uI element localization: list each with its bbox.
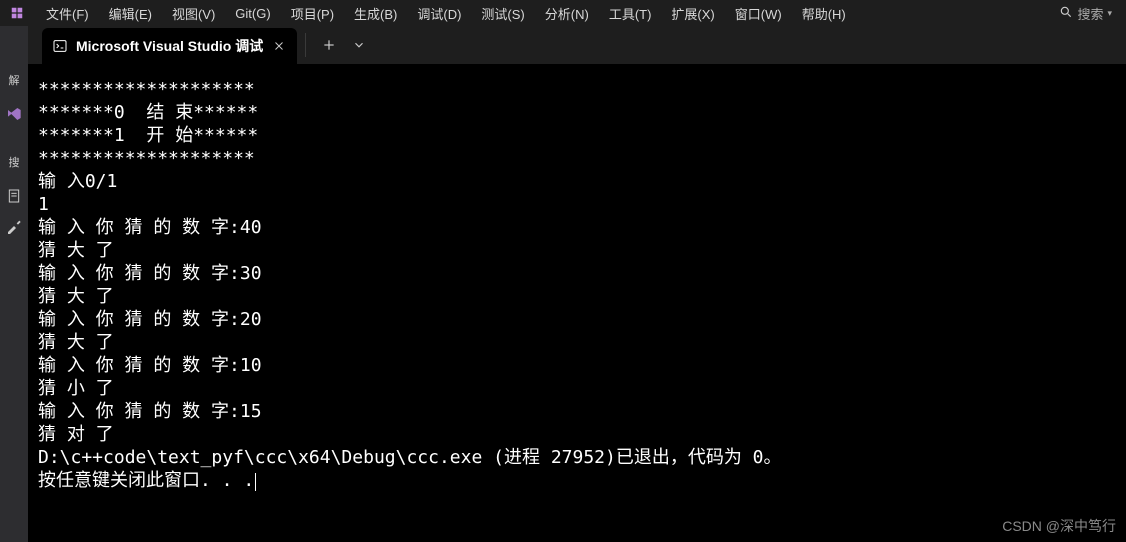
menu-extensions[interactable]: 扩展(X) <box>661 2 724 25</box>
console-line: 输 入 你 猜 的 数 字:20 <box>38 308 1116 331</box>
chevron-down-icon: ▾ <box>1107 8 1112 19</box>
console-line: 输 入 你 猜 的 数 字:10 <box>38 354 1116 377</box>
menu-window[interactable]: 窗口(W) <box>725 2 792 25</box>
search-icon <box>1059 5 1073 22</box>
sidebar-left: 解 搜 <box>0 26 28 542</box>
menu-test[interactable]: 测试(S) <box>471 2 534 25</box>
console-line: 猜 大 了 <box>38 285 1116 308</box>
console-line: 按任意键关闭此窗口. . . <box>38 469 1116 492</box>
menu-git[interactable]: Git(G) <box>225 4 280 23</box>
console-line: 猜 大 了 <box>38 331 1116 354</box>
watermark: CSDN @深中笃行 <box>1002 516 1116 536</box>
menu-view[interactable]: 视图(V) <box>162 2 225 25</box>
console-line: 1 <box>38 193 1116 216</box>
document-icon[interactable] <box>2 184 26 208</box>
console-line: 输 入0/1 <box>38 170 1116 193</box>
tab-title: Microsoft Visual Studio 调试 <box>76 36 263 56</box>
tab-dropdown-button[interactable] <box>344 34 374 56</box>
console-line: 输 入 你 猜 的 数 字:40 <box>38 216 1116 239</box>
console-line: 猜 对 了 <box>38 423 1116 446</box>
search-label: 搜索 <box>1077 4 1103 23</box>
menu-help[interactable]: 帮助(H) <box>792 2 856 25</box>
console-line: *******0 结 束****** <box>38 101 1116 124</box>
console-line: 猜 大 了 <box>38 239 1116 262</box>
console-line: *******1 开 始****** <box>38 124 1116 147</box>
sidebar-item-1[interactable]: 解 <box>7 66 22 94</box>
console-line: 猜 小 了 <box>38 377 1116 400</box>
tab-divider <box>305 33 306 57</box>
console-line: D:\c++code\text_pyf\ccc\x64\Debug\ccc.ex… <box>38 446 1116 469</box>
console-line: 输 入 你 猜 的 数 字:15 <box>38 400 1116 423</box>
console-icon <box>52 38 68 54</box>
tab-bar: Microsoft Visual Studio 调试 <box>0 26 1126 64</box>
menu-file[interactable]: 文件(F) <box>36 2 99 25</box>
console-line: ******************** <box>38 78 1116 101</box>
sidebar-item-2[interactable]: 搜 <box>7 148 22 176</box>
menu-debug[interactable]: 调试(D) <box>407 2 471 25</box>
vs-icon[interactable] <box>2 102 26 126</box>
menu-tools[interactable]: 工具(T) <box>599 2 662 25</box>
console-line: 输 入 你 猜 的 数 字:30 <box>38 262 1116 285</box>
menu-analyze[interactable]: 分析(N) <box>535 2 599 25</box>
menu-build[interactable]: 生成(B) <box>344 2 407 25</box>
app-logo-icon <box>8 4 26 22</box>
new-tab-button[interactable] <box>314 34 344 56</box>
close-icon[interactable] <box>271 38 287 54</box>
console-line: ******************** <box>38 147 1116 170</box>
menu-project[interactable]: 项目(P) <box>281 2 344 25</box>
tab-debug-console[interactable]: Microsoft Visual Studio 调试 <box>42 28 297 64</box>
menu-edit[interactable]: 编辑(E) <box>99 2 162 25</box>
console-output[interactable]: ***************************0 结 束********… <box>28 64 1126 542</box>
menu-bar: 文件(F) 编辑(E) 视图(V) Git(G) 项目(P) 生成(B) 调试(… <box>0 0 1126 26</box>
search-box[interactable]: 搜索 ▾ <box>1053 2 1118 25</box>
wrench-icon[interactable] <box>2 214 26 238</box>
